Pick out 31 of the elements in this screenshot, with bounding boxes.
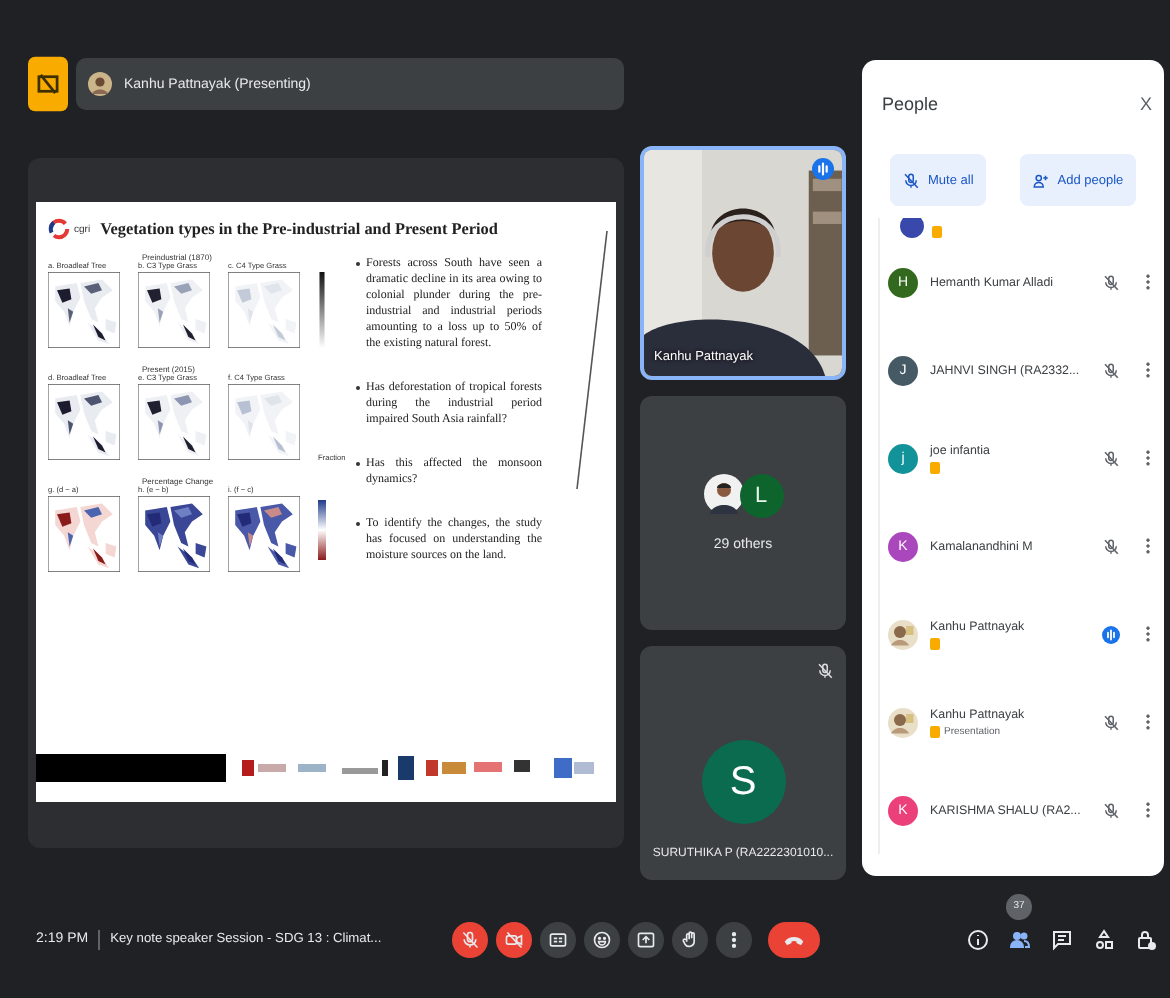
hand-icon [680,929,700,949]
more-button[interactable] [716,921,752,957]
speaking-icon [812,158,834,180]
camera-off-icon [504,929,524,949]
chat-icon[interactable] [1050,927,1074,951]
emoji-button[interactable] [584,921,620,957]
mic-button[interactable] [452,921,488,957]
mic-off-icon [460,929,480,949]
info-icon[interactable] [966,927,990,951]
emoji-icon [592,929,612,949]
end-button[interactable] [768,921,820,957]
present-button[interactable] [628,921,664,957]
present-icon[interactable] [28,56,68,112]
avatar: L [739,474,783,518]
people-icon[interactable] [1008,927,1032,951]
present-icon [636,929,656,949]
mic-off-icon [902,171,920,189]
captions-icon [548,929,568,949]
close-button[interactable]: X [1139,94,1152,114]
camera-button[interactable] [496,921,532,957]
hand-button[interactable] [672,921,708,957]
slide-title: Vegetation types in the Pre-industrial and Present Period [100,220,498,238]
host-icon[interactable] [1134,927,1158,951]
activities-icon[interactable] [1092,927,1116,951]
avatar: S [701,740,785,824]
panel-title: People [882,94,939,114]
color-scale [318,496,326,564]
logo-icon [48,218,70,240]
captions-button[interactable] [540,921,576,957]
add-person-icon [1031,171,1050,189]
color-scale [318,272,326,348]
